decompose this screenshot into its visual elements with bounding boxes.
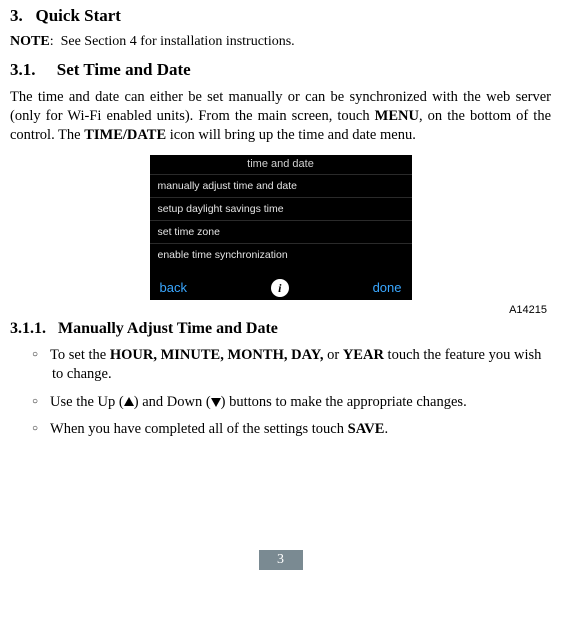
bullet-list: ○To set the HOUR, MINUTE, MONTH, DAY, or… <box>32 346 551 440</box>
b2-pre: Use the Up ( <box>50 394 124 410</box>
b2-mid: ) and Down ( <box>134 394 211 410</box>
device-row-sync[interactable]: enable time synchronization <box>150 243 412 266</box>
b3-bold: SAVE <box>348 421 385 437</box>
b3-post: . <box>384 421 388 437</box>
b3-pre: When you have completed all of the setti… <box>50 421 348 437</box>
subsection-heading: 3.1. Set Time and Date <box>10 60 551 80</box>
bullet-marker: ○ <box>32 349 50 360</box>
b2-post: ) buttons to make the appropriate change… <box>221 394 467 410</box>
note-label: NOTE <box>10 34 50 49</box>
up-arrow-icon <box>124 397 134 406</box>
list-item: ○To set the HOUR, MINUTE, MONTH, DAY, or… <box>32 346 551 385</box>
subsubsection-title: Manually Adjust Time and Date <box>58 320 278 337</box>
device-screen-title: time and date <box>150 155 412 174</box>
device-row-manual[interactable]: manually adjust time and date <box>150 174 412 197</box>
device-footer: back i done <box>150 276 412 300</box>
section-heading: 3. Quick Start <box>10 6 551 26</box>
b1-mid: or <box>323 347 342 363</box>
b1-bold: HOUR, MINUTE, MONTH, DAY, <box>110 347 324 363</box>
para-menu: MENU <box>375 108 419 124</box>
device-row-dst[interactable]: setup daylight savings time <box>150 197 412 220</box>
note-line: NOTE: See Section 4 for installation ins… <box>10 34 551 50</box>
list-item: ○When you have completed all of the sett… <box>32 420 551 440</box>
b1-pre: To set the <box>50 347 110 363</box>
subsection-number: 3.1. <box>10 60 36 79</box>
figure: time and date manually adjust time and d… <box>10 155 551 300</box>
intro-paragraph: The time and date can either be set manu… <box>10 88 551 145</box>
device-screen: time and date manually adjust time and d… <box>150 155 412 300</box>
note-text: See Section 4 for installation instructi… <box>61 34 295 49</box>
done-button[interactable]: done <box>373 280 402 295</box>
b1-bold2: YEAR <box>343 347 384 363</box>
page: 3. Quick Start NOTE: See Section 4 for i… <box>0 0 561 578</box>
device-row-timezone[interactable]: set time zone <box>150 220 412 243</box>
section-number: 3. <box>10 6 23 25</box>
section-title: Quick Start <box>36 6 121 25</box>
subsubsection-heading: 3.1.1. Manually Adjust Time and Date <box>10 320 551 338</box>
subsubsection-number: 3.1.1. <box>10 320 46 337</box>
back-button[interactable]: back <box>160 280 187 295</box>
info-icon[interactable]: i <box>271 279 289 297</box>
figure-id: A14215 <box>10 304 547 316</box>
bullet-marker: ○ <box>32 396 50 407</box>
para-post: icon will bring up the time and date men… <box>166 127 416 143</box>
list-item: ○Use the Up ( ) and Down ( ) buttons to ma… <box>32 393 551 413</box>
subsection-title: Set Time and Date <box>57 60 191 79</box>
page-number: 3 <box>259 550 303 570</box>
down-arrow-icon <box>211 398 221 407</box>
bullet-marker: ○ <box>32 423 50 434</box>
para-timedate: TIME/DATE <box>84 127 166 143</box>
